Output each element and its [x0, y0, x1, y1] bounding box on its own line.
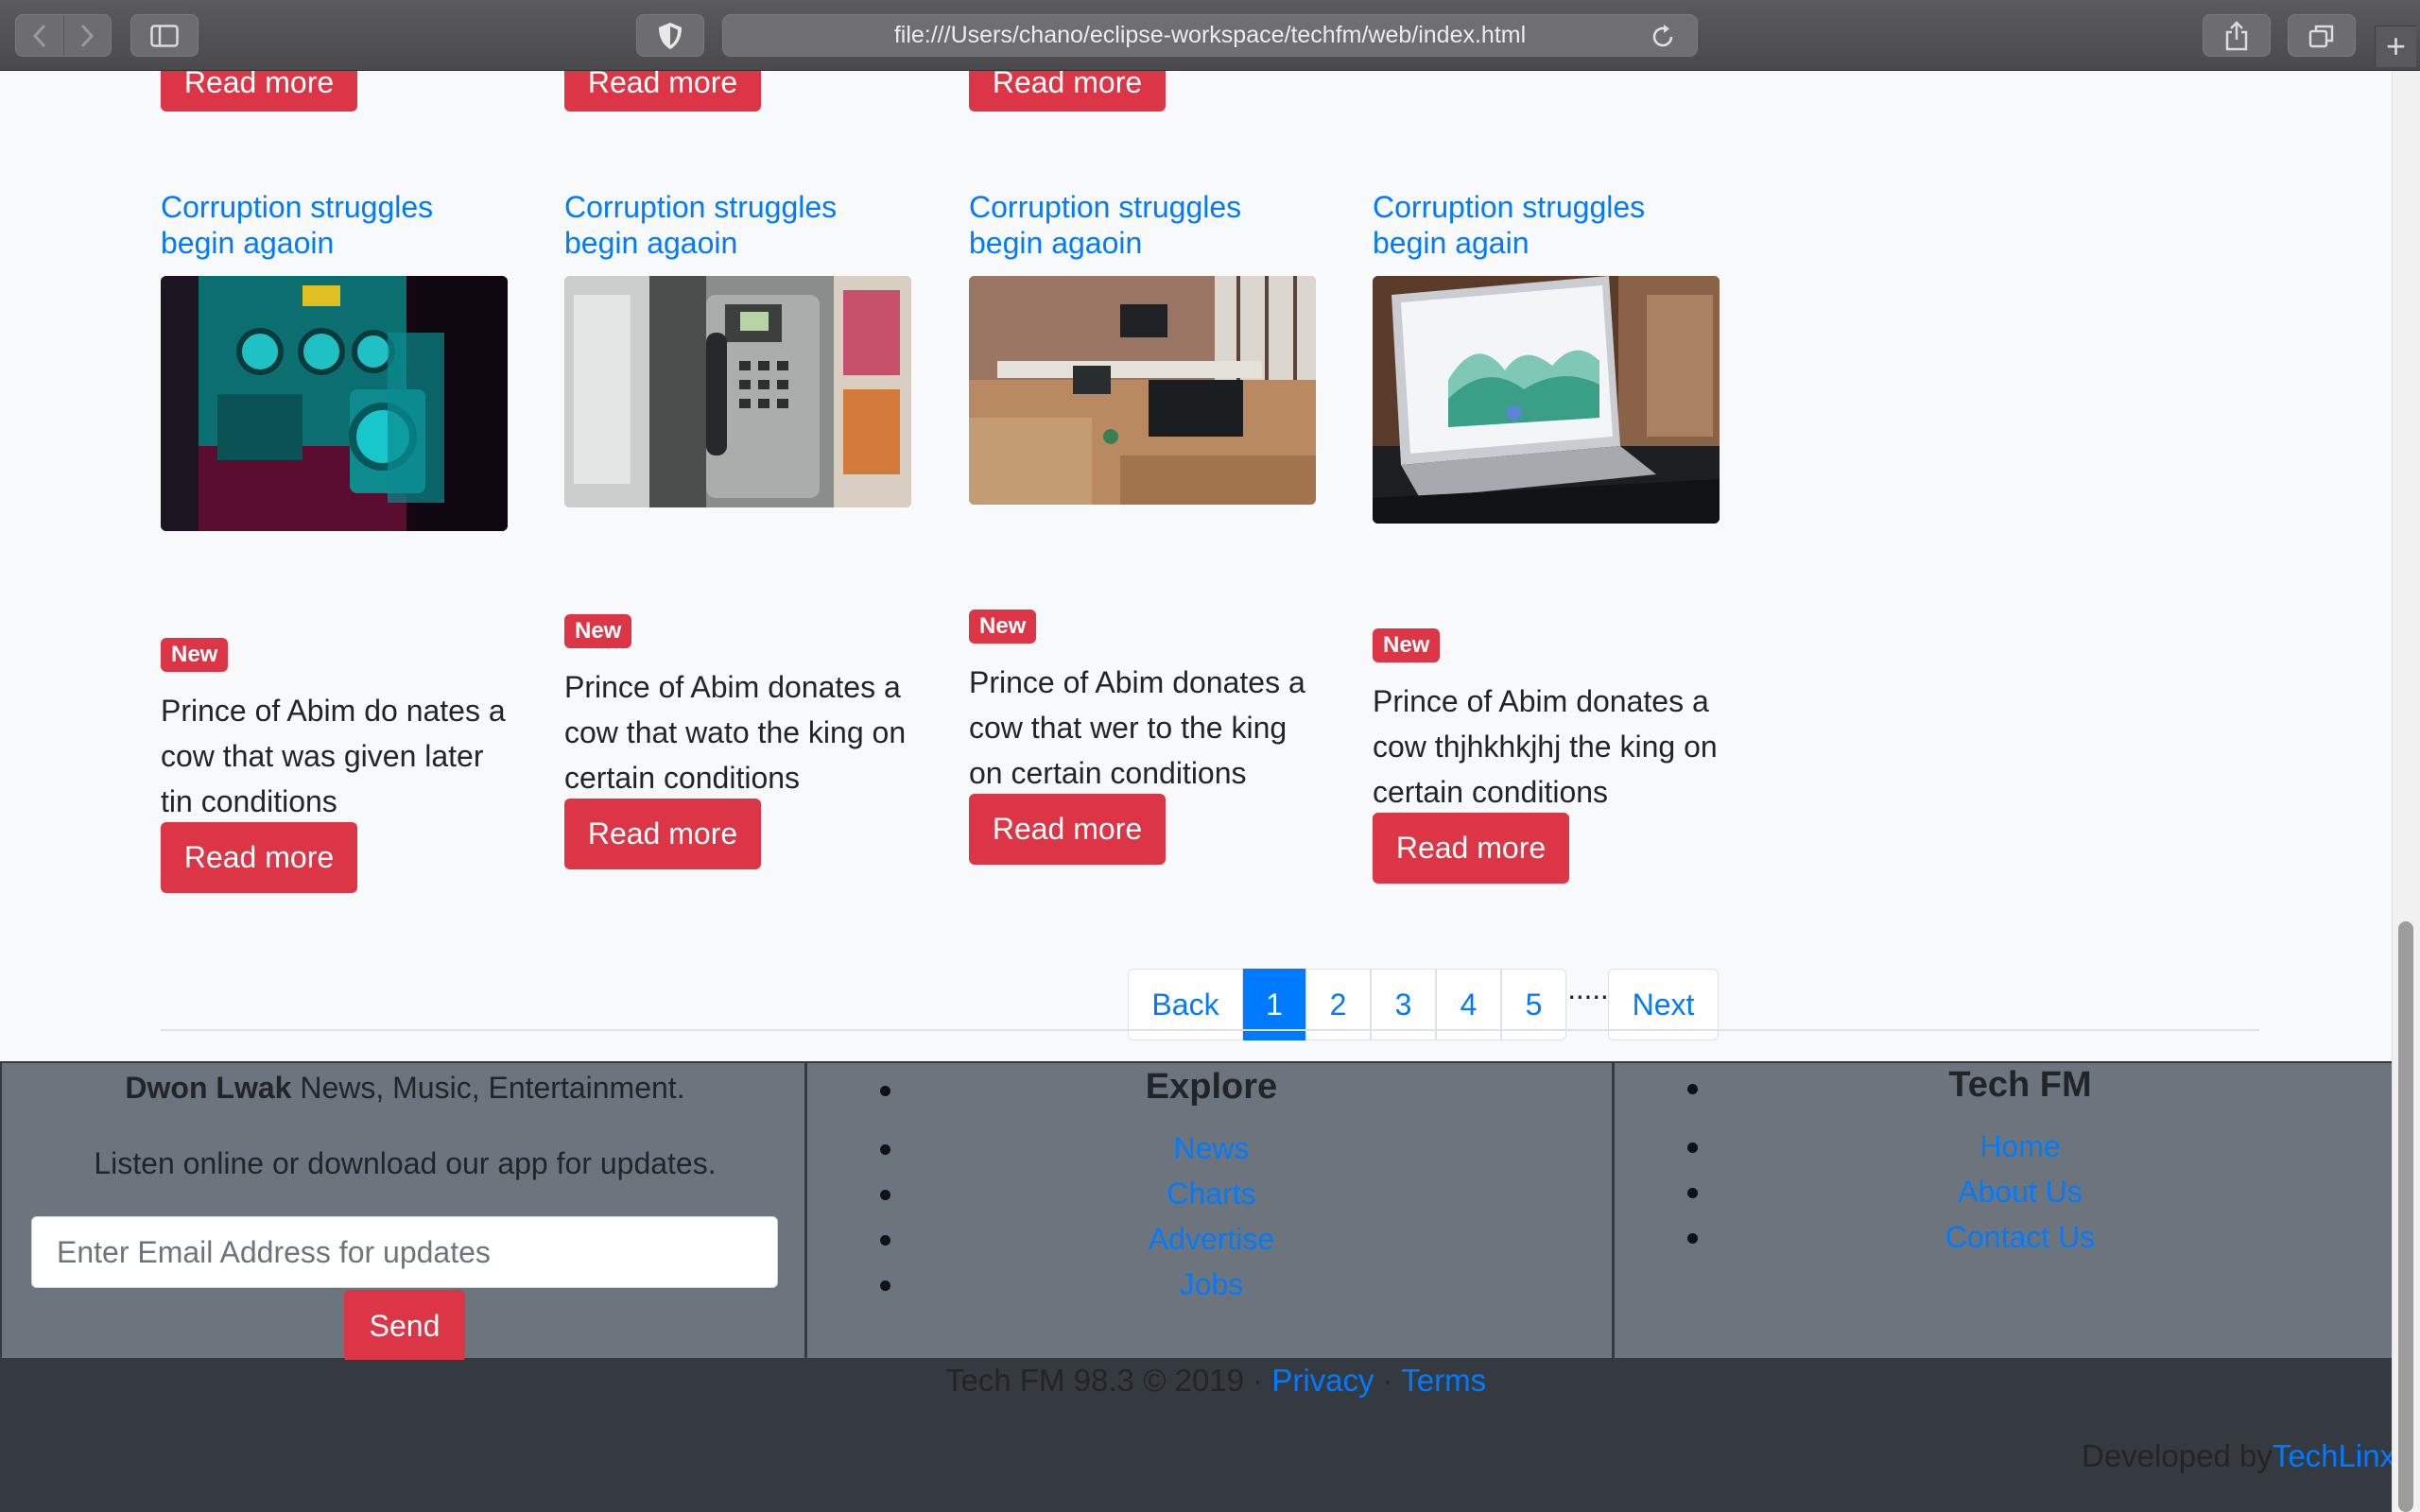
footer-link-news[interactable]: News: [807, 1131, 1616, 1166]
reload-icon[interactable]: [1650, 24, 1676, 50]
card-text: Prince of Abim donates a cow that wato t…: [564, 670, 907, 795]
card-text: Prince of Abim donates a cow that wer to…: [969, 665, 1305, 790]
developer-credit: Developed byTechLinx: [2082, 1438, 2395, 1474]
footer-link-home[interactable]: Home: [1615, 1129, 2420, 1164]
forward-nav-button[interactable]: [62, 15, 112, 56]
privacy-report-button[interactable]: [636, 14, 704, 57]
footer-link-jobs[interactable]: Jobs: [807, 1267, 1616, 1302]
address-bar[interactable]: file:///Users/chano/eclipse-workspace/te…: [722, 14, 1698, 57]
card-title-link[interactable]: Corruption struggles begin agaoin: [969, 189, 1316, 261]
payphone-image[interactable]: [564, 276, 911, 507]
email-input[interactable]: Enter Email Address for updates: [31, 1216, 778, 1288]
chevron-left-icon: [32, 24, 45, 47]
footer-tagline: Dwon Lwak News, Music, Entertainment.: [2, 1071, 808, 1106]
laptop-dashboard-image[interactable]: [1373, 276, 1720, 524]
shield-icon: [659, 22, 682, 49]
chevron-right-icon: [81, 24, 95, 47]
techfm-heading: Tech FM: [1948, 1065, 2092, 1105]
send-button[interactable]: Send: [344, 1290, 465, 1362]
new-badge: New: [161, 638, 229, 672]
read-more-button[interactable]: Read more: [564, 71, 761, 112]
footer-link-advertise[interactable]: Advertise: [807, 1222, 1616, 1257]
browser-toolbar: file:///Users/chano/eclipse-workspace/te…: [0, 0, 2420, 71]
card-text: Prince of Abim donates a cow thjhkhkjhj …: [1373, 684, 1718, 809]
url-text: file:///Users/chano/eclipse-workspace/te…: [893, 22, 1527, 48]
separator-dot: ·: [1382, 1363, 1393, 1398]
card-text: Prince of Abim do nates a cow that was g…: [161, 694, 506, 818]
tagline-text: News, Music, Entertainment.: [300, 1071, 685, 1105]
footer-link-about[interactable]: About Us: [1615, 1175, 2420, 1210]
read-more-button[interactable]: Read more: [564, 799, 761, 869]
privacy-link[interactable]: Privacy: [1271, 1363, 1374, 1398]
copyright-line: Tech FM 98.3 © 2019 · Privacy · Terms: [945, 1363, 1486, 1399]
explore-heading: Explore: [1145, 1067, 1278, 1107]
new-badge: New: [1373, 628, 1441, 662]
sidebar-icon: [150, 24, 179, 47]
developer-link[interactable]: TechLinx: [2273, 1438, 2395, 1473]
share-button[interactable]: [2203, 14, 2271, 57]
scrollbar-thumb[interactable]: [2398, 921, 2413, 1512]
listen-text: Listen online or download our app for up…: [94, 1146, 717, 1180]
developed-by-text: Developed by: [2082, 1438, 2273, 1473]
laundromat-image[interactable]: [161, 276, 508, 531]
read-more-button[interactable]: Read more: [161, 822, 357, 893]
terms-link[interactable]: Terms: [1401, 1363, 1486, 1398]
card-title-link[interactable]: Corruption struggles begin agaoin: [161, 189, 508, 261]
new-tab-button[interactable]: +: [2375, 26, 2416, 67]
footer-link-contact[interactable]: Contact Us: [1615, 1220, 2420, 1255]
footer-about-column: Dwon Lwak News, Music, Entertainment. Li…: [0, 1061, 808, 1362]
section-divider: [161, 1029, 2259, 1031]
card-title-link[interactable]: Corruption struggles begin again: [1373, 189, 1720, 261]
copyright-text: Tech FM 98.3 © 2019 ·: [945, 1363, 1264, 1398]
footer-techfm-column: Tech FM Home About Us Contact Us: [1613, 1061, 2392, 1360]
sidebar-toggle-button[interactable]: [130, 14, 199, 57]
read-more-button[interactable]: Read more: [161, 71, 357, 112]
read-more-button[interactable]: Read more: [969, 71, 1166, 112]
office-image[interactable]: [969, 276, 1316, 505]
footer-explore-column: Explore News Charts Advertise Jobs: [805, 1061, 1614, 1360]
footer: Dwon Lwak News, Music, Entertainment. Li…: [0, 1061, 2392, 1362]
card-title-link[interactable]: Corruption struggles begin agaoin: [564, 189, 911, 261]
new-badge: New: [969, 610, 1037, 644]
tabs-icon: [2308, 25, 2334, 47]
tabs-overview-button[interactable]: [2288, 14, 2356, 57]
back-nav-button[interactable]: [16, 15, 63, 56]
brand-name: Dwon Lwak: [125, 1071, 292, 1105]
nav-buttons: [15, 14, 112, 57]
new-badge: New: [564, 614, 632, 648]
email-placeholder: Enter Email Address for updates: [57, 1234, 491, 1269]
read-more-button[interactable]: Read more: [969, 794, 1166, 865]
share-icon: [2225, 20, 2248, 50]
read-more-button[interactable]: Read more: [1373, 813, 1569, 884]
footer-link-charts[interactable]: Charts: [807, 1177, 1616, 1211]
